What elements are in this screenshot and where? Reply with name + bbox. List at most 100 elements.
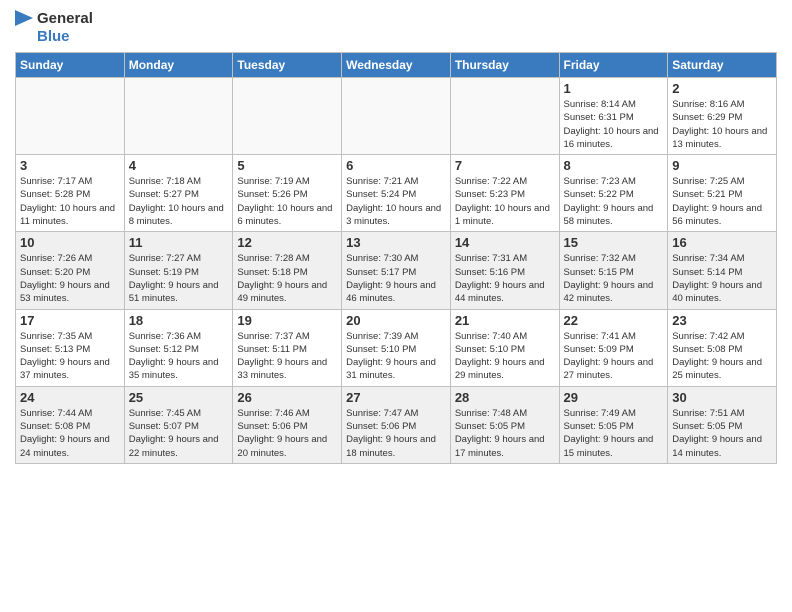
day-number: 2 bbox=[672, 81, 772, 96]
day-number: 28 bbox=[455, 390, 555, 405]
weekday-header-saturday: Saturday bbox=[668, 53, 777, 78]
day-info: Sunrise: 7:23 AM Sunset: 5:22 PM Dayligh… bbox=[564, 175, 664, 228]
day-info: Sunrise: 7:18 AM Sunset: 5:27 PM Dayligh… bbox=[129, 175, 229, 228]
day-number: 1 bbox=[564, 81, 664, 96]
day-info: Sunrise: 7:41 AM Sunset: 5:09 PM Dayligh… bbox=[564, 330, 664, 383]
day-info: Sunrise: 7:31 AM Sunset: 5:16 PM Dayligh… bbox=[455, 252, 555, 305]
day-number: 11 bbox=[129, 235, 229, 250]
day-info: Sunrise: 7:27 AM Sunset: 5:19 PM Dayligh… bbox=[129, 252, 229, 305]
day-info: Sunrise: 8:14 AM Sunset: 6:31 PM Dayligh… bbox=[564, 98, 664, 151]
calendar-week-5: 24Sunrise: 7:44 AM Sunset: 5:08 PM Dayli… bbox=[16, 386, 777, 463]
calendar-cell: 7 Sunrise: 7:22 AM Sunset: 5:23 PM Daylig… bbox=[450, 155, 559, 232]
calendar-cell: 3 Sunrise: 7:17 AM Sunset: 5:28 PM Daylig… bbox=[16, 155, 125, 232]
calendar-cell bbox=[16, 78, 125, 155]
calendar-cell: 27 Sunrise: 7:47 AM Sunset: 5:06 PM Dayli… bbox=[342, 386, 451, 463]
day-info: Sunrise: 7:45 AM Sunset: 5:07 PM Dayligh… bbox=[129, 407, 229, 460]
day-number: 26 bbox=[237, 390, 337, 405]
calendar-cell: 5 Sunrise: 7:19 AM Sunset: 5:26 PM Daylig… bbox=[233, 155, 342, 232]
day-number: 25 bbox=[129, 390, 229, 405]
day-number: 17 bbox=[20, 313, 120, 328]
day-number: 7 bbox=[455, 158, 555, 173]
calendar-cell: 28 Sunrise: 7:48 AM Sunset: 5:05 PM Dayli… bbox=[450, 386, 559, 463]
calendar-cell: 11 Sunrise: 7:27 AM Sunset: 5:19 PM Dayli… bbox=[124, 232, 233, 309]
day-number: 15 bbox=[564, 235, 664, 250]
day-number: 20 bbox=[346, 313, 446, 328]
day-number: 27 bbox=[346, 390, 446, 405]
day-info: Sunrise: 7:36 AM Sunset: 5:12 PM Dayligh… bbox=[129, 330, 229, 383]
calendar-header: General Blue bbox=[15, 10, 777, 46]
day-info: Sunrise: 7:17 AM Sunset: 5:28 PM Dayligh… bbox=[20, 175, 120, 228]
weekday-header-monday: Monday bbox=[124, 53, 233, 78]
calendar-cell bbox=[124, 78, 233, 155]
calendar-cell: 26 Sunrise: 7:46 AM Sunset: 5:06 PM Dayli… bbox=[233, 386, 342, 463]
calendar-cell: 30Sunrise: 7:51 AM Sunset: 5:05 PM Dayli… bbox=[668, 386, 777, 463]
day-number: 16 bbox=[672, 235, 772, 250]
calendar-cell: 19Sunrise: 7:37 AM Sunset: 5:11 PM Dayli… bbox=[233, 309, 342, 386]
weekday-header-tuesday: Tuesday bbox=[233, 53, 342, 78]
day-info: Sunrise: 7:46 AM Sunset: 5:06 PM Dayligh… bbox=[237, 407, 337, 460]
calendar-cell: 20 Sunrise: 7:39 AM Sunset: 5:10 PM Dayli… bbox=[342, 309, 451, 386]
day-number: 13 bbox=[346, 235, 446, 250]
logo-blue-text: Blue bbox=[37, 28, 93, 46]
calendar-week-3: 10 Sunrise: 7:26 AM Sunset: 5:20 PM Dayli… bbox=[16, 232, 777, 309]
calendar-cell bbox=[233, 78, 342, 155]
weekday-header-friday: Friday bbox=[559, 53, 668, 78]
day-info: Sunrise: 7:32 AM Sunset: 5:15 PM Dayligh… bbox=[564, 252, 664, 305]
day-number: 3 bbox=[20, 158, 120, 173]
day-number: 30 bbox=[672, 390, 772, 405]
day-info: Sunrise: 7:49 AM Sunset: 5:05 PM Dayligh… bbox=[564, 407, 664, 460]
calendar-cell: 8 Sunrise: 7:23 AM Sunset: 5:22 PM Daylig… bbox=[559, 155, 668, 232]
calendar-cell: 25 Sunrise: 7:45 AM Sunset: 5:07 PM Dayli… bbox=[124, 386, 233, 463]
calendar-container: General Blue SundayMondayTuesdayWednesda… bbox=[0, 0, 792, 474]
calendar-week-2: 3 Sunrise: 7:17 AM Sunset: 5:28 PM Daylig… bbox=[16, 155, 777, 232]
day-number: 6 bbox=[346, 158, 446, 173]
day-info: Sunrise: 7:30 AM Sunset: 5:17 PM Dayligh… bbox=[346, 252, 446, 305]
calendar-cell: 29 Sunrise: 7:49 AM Sunset: 5:05 PM Dayli… bbox=[559, 386, 668, 463]
calendar-cell: 2 Sunrise: 8:16 AM Sunset: 6:29 PM Daylig… bbox=[668, 78, 777, 155]
day-info: Sunrise: 7:40 AM Sunset: 5:10 PM Dayligh… bbox=[455, 330, 555, 383]
day-info: Sunrise: 8:16 AM Sunset: 6:29 PM Dayligh… bbox=[672, 98, 772, 151]
day-info: Sunrise: 7:28 AM Sunset: 5:18 PM Dayligh… bbox=[237, 252, 337, 305]
day-number: 22 bbox=[564, 313, 664, 328]
day-info: Sunrise: 7:48 AM Sunset: 5:05 PM Dayligh… bbox=[455, 407, 555, 460]
calendar-cell: 18Sunrise: 7:36 AM Sunset: 5:12 PM Dayli… bbox=[124, 309, 233, 386]
logo: General Blue bbox=[15, 10, 93, 46]
calendar-cell: 15 Sunrise: 7:32 AM Sunset: 5:15 PM Dayli… bbox=[559, 232, 668, 309]
calendar-cell: 23Sunrise: 7:42 AM Sunset: 5:08 PM Dayli… bbox=[668, 309, 777, 386]
calendar-cell bbox=[342, 78, 451, 155]
calendar-cell: 16 Sunrise: 7:34 AM Sunset: 5:14 PM Dayli… bbox=[668, 232, 777, 309]
day-info: Sunrise: 7:44 AM Sunset: 5:08 PM Dayligh… bbox=[20, 407, 120, 460]
day-info: Sunrise: 7:47 AM Sunset: 5:06 PM Dayligh… bbox=[346, 407, 446, 460]
calendar-cell: 10 Sunrise: 7:26 AM Sunset: 5:20 PM Dayli… bbox=[16, 232, 125, 309]
day-number: 8 bbox=[564, 158, 664, 173]
day-number: 14 bbox=[455, 235, 555, 250]
day-info: Sunrise: 7:34 AM Sunset: 5:14 PM Dayligh… bbox=[672, 252, 772, 305]
day-number: 29 bbox=[564, 390, 664, 405]
weekday-header-row: SundayMondayTuesdayWednesdayThursdayFrid… bbox=[16, 53, 777, 78]
day-info: Sunrise: 7:39 AM Sunset: 5:10 PM Dayligh… bbox=[346, 330, 446, 383]
day-info: Sunrise: 7:21 AM Sunset: 5:24 PM Dayligh… bbox=[346, 175, 446, 228]
calendar-cell: 24Sunrise: 7:44 AM Sunset: 5:08 PM Dayli… bbox=[16, 386, 125, 463]
calendar-cell: 12 Sunrise: 7:28 AM Sunset: 5:18 PM Dayli… bbox=[233, 232, 342, 309]
calendar-cell: 21 Sunrise: 7:40 AM Sunset: 5:10 PM Dayli… bbox=[450, 309, 559, 386]
day-info: Sunrise: 7:19 AM Sunset: 5:26 PM Dayligh… bbox=[237, 175, 337, 228]
day-info: Sunrise: 7:25 AM Sunset: 5:21 PM Dayligh… bbox=[672, 175, 772, 228]
day-number: 10 bbox=[20, 235, 120, 250]
calendar-table: SundayMondayTuesdayWednesdayThursdayFrid… bbox=[15, 52, 777, 464]
weekday-header-wednesday: Wednesday bbox=[342, 53, 451, 78]
calendar-cell: 22 Sunrise: 7:41 AM Sunset: 5:09 PM Dayli… bbox=[559, 309, 668, 386]
day-info: Sunrise: 7:26 AM Sunset: 5:20 PM Dayligh… bbox=[20, 252, 120, 305]
day-number: 21 bbox=[455, 313, 555, 328]
day-number: 5 bbox=[237, 158, 337, 173]
calendar-cell: 14 Sunrise: 7:31 AM Sunset: 5:16 PM Dayli… bbox=[450, 232, 559, 309]
weekday-header-thursday: Thursday bbox=[450, 53, 559, 78]
day-info: Sunrise: 7:35 AM Sunset: 5:13 PM Dayligh… bbox=[20, 330, 120, 383]
calendar-cell: 1 Sunrise: 8:14 AM Sunset: 6:31 PM Daylig… bbox=[559, 78, 668, 155]
calendar-week-1: 1 Sunrise: 8:14 AM Sunset: 6:31 PM Daylig… bbox=[16, 78, 777, 155]
day-number: 12 bbox=[237, 235, 337, 250]
calendar-cell: 9Sunrise: 7:25 AM Sunset: 5:21 PM Daylig… bbox=[668, 155, 777, 232]
calendar-cell: 13 Sunrise: 7:30 AM Sunset: 5:17 PM Dayli… bbox=[342, 232, 451, 309]
day-info: Sunrise: 7:22 AM Sunset: 5:23 PM Dayligh… bbox=[455, 175, 555, 228]
logo-flag-icon bbox=[15, 10, 35, 46]
calendar-cell: 4Sunrise: 7:18 AM Sunset: 5:27 PM Daylig… bbox=[124, 155, 233, 232]
